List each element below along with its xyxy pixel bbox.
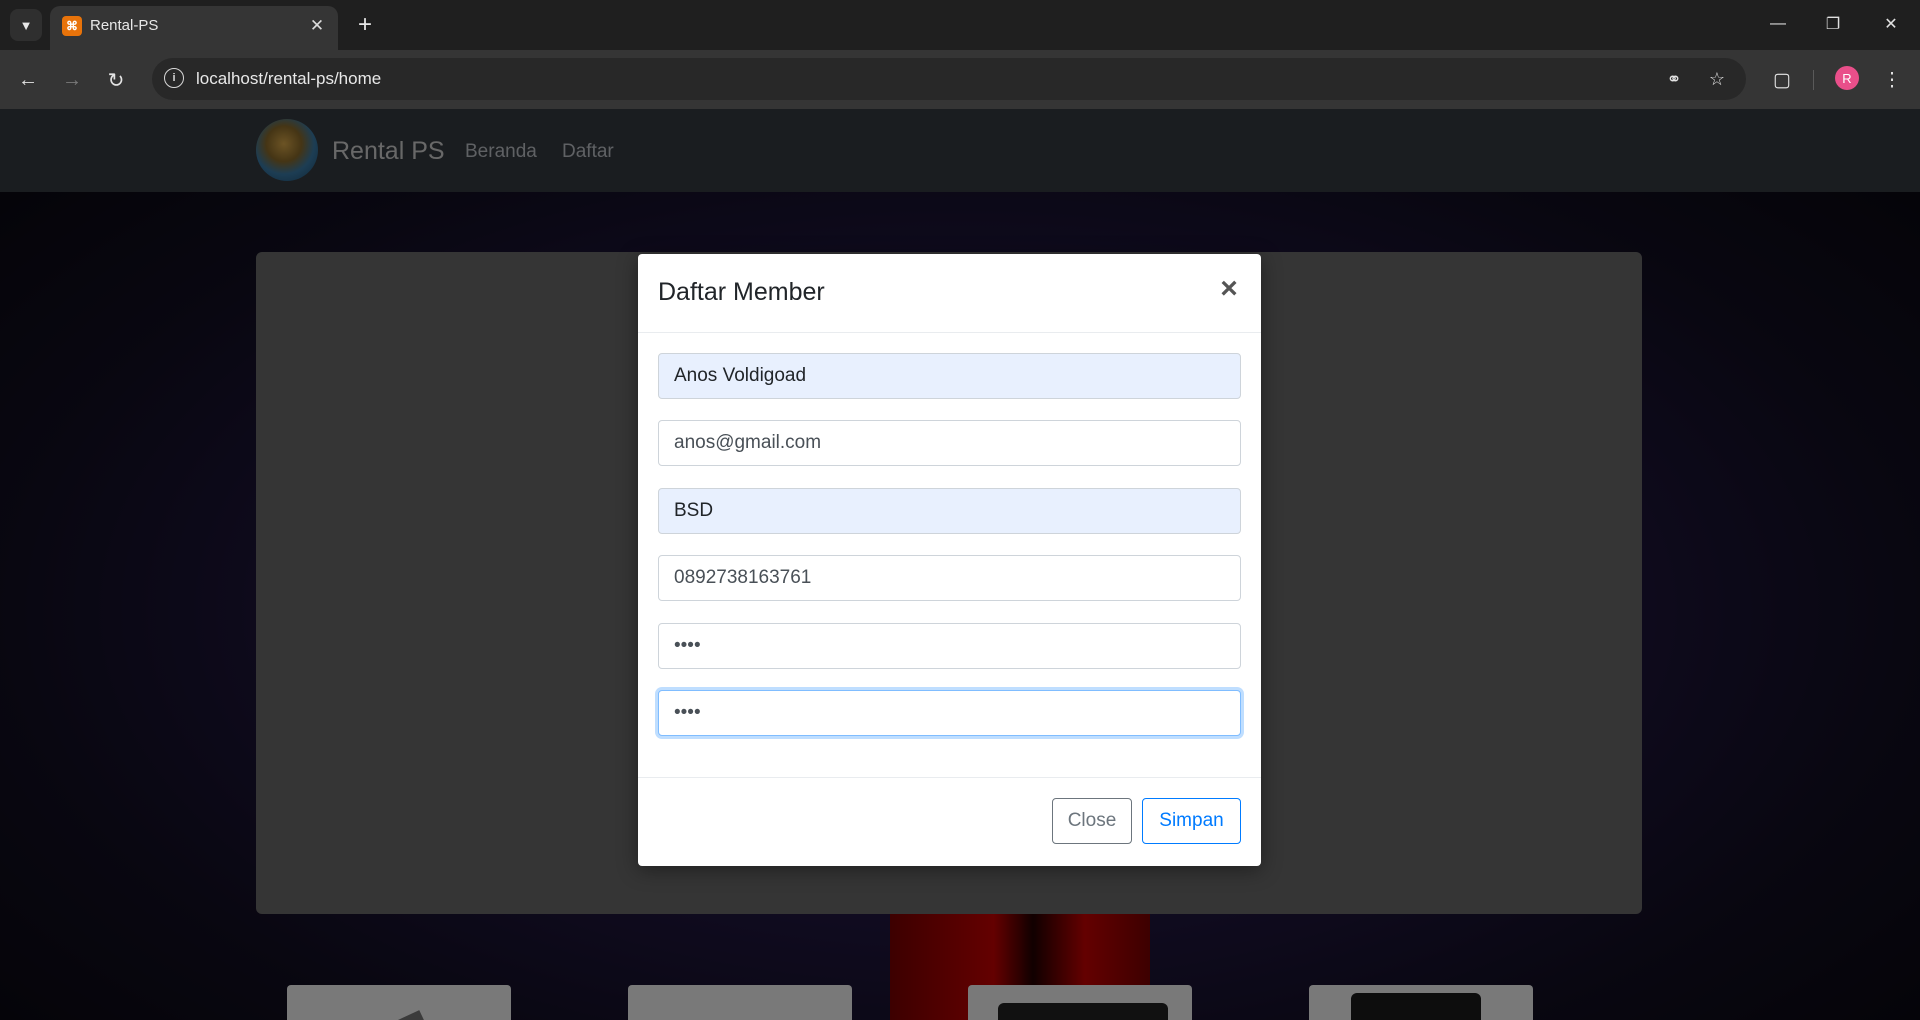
window-close-icon[interactable]: ✕	[1873, 10, 1909, 38]
modal-title: Daftar Member	[658, 278, 825, 306]
address-bar[interactable]: i localhost/rental-ps/home ⚭ ☆	[152, 58, 1746, 100]
restore-icon[interactable]: ❐	[1815, 10, 1851, 38]
profile-avatar[interactable]: R	[1835, 66, 1859, 90]
browser-tab[interactable]: ⌘ Rental-PS ✕	[50, 6, 338, 50]
save-button[interactable]: Simpan	[1142, 798, 1241, 844]
address-field[interactable]: BSD	[658, 488, 1241, 534]
name-field[interactable]: Anos Voldigoad	[658, 353, 1241, 399]
menu-kebab-icon[interactable]: ⋮	[1876, 64, 1908, 96]
browser-tab-bar: ▼ ⌘ Rental-PS ✕ + — ❐ ✕	[0, 0, 1920, 50]
tab-title: Rental-PS	[90, 17, 159, 34]
browser-toolbar: ← → ↻ i localhost/rental-ps/home ⚭ ☆ ▢ ⋮	[0, 50, 1920, 109]
tab-close-icon[interactable]: ✕	[306, 15, 328, 37]
close-x-icon[interactable]: ×	[1215, 274, 1243, 304]
phone-field[interactable]: 0892738163761	[658, 555, 1241, 601]
extensions-puzzle-icon[interactable]: ▢	[1766, 64, 1798, 96]
modal-footer: Close Simpan	[638, 777, 1261, 867]
tab-search-chevron-icon[interactable]: ▼	[10, 9, 42, 41]
confirm-password-field[interactable]: ••••	[658, 690, 1241, 736]
email-field[interactable]: anos@gmail.com	[658, 420, 1241, 466]
site-info-icon[interactable]: i	[164, 68, 184, 88]
close-button[interactable]: Close	[1052, 798, 1132, 844]
password-key-icon[interactable]: ⚭	[1662, 67, 1686, 91]
new-tab-icon[interactable]: +	[352, 12, 378, 38]
xampp-favicon-icon: ⌘	[62, 16, 82, 36]
minimize-icon[interactable]: —	[1760, 10, 1796, 38]
bookmark-star-icon[interactable]: ☆	[1705, 67, 1729, 91]
password-field[interactable]: ••••	[658, 623, 1241, 669]
page-viewport: Rental PS Beranda Daftar Sewa PS Mudah d…	[0, 109, 1920, 1020]
register-modal: Daftar Member × Anos Voldigoad anos@gmai…	[638, 254, 1261, 866]
modal-header: Daftar Member ×	[638, 254, 1261, 333]
back-arrow-icon[interactable]: ←	[12, 64, 44, 96]
forward-arrow-icon[interactable]: →	[56, 64, 88, 96]
url-text[interactable]: localhost/rental-ps/home	[196, 69, 381, 89]
toolbar-divider	[1813, 70, 1814, 90]
reload-icon[interactable]: ↻	[100, 64, 132, 96]
